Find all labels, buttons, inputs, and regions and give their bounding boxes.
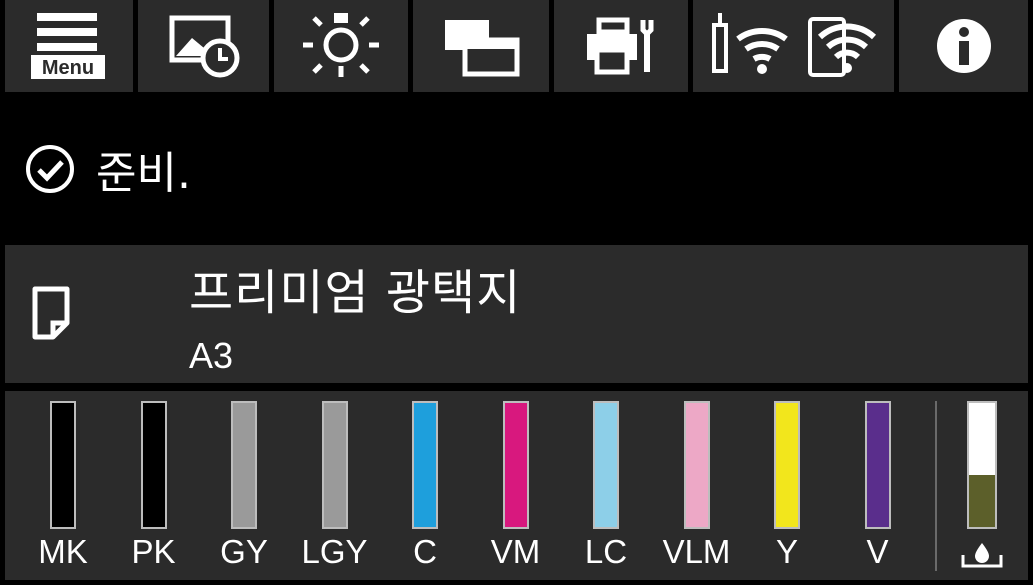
ink-tank-gy	[231, 401, 257, 529]
printer-maintenance-icon	[587, 17, 654, 75]
ink-tank-lgy	[321, 401, 348, 529]
ink-levels-panel[interactable]: MK PK GY LGY C VM LC VLM Y V	[5, 391, 1028, 580]
maintenance-box-icon	[961, 543, 1003, 568]
photo-timer-icon	[169, 15, 239, 78]
ink-level-fill	[685, 403, 708, 527]
ink-label-vlm: VLM	[662, 533, 731, 570]
menu-icon: Menu	[31, 13, 105, 79]
info-icon	[936, 19, 991, 73]
ink-tank-pk	[140, 401, 167, 529]
check-circle-icon	[26, 145, 74, 193]
photo-timer-button[interactable]	[138, 0, 269, 92]
layout-button[interactable]	[413, 0, 549, 92]
wifi-button[interactable]	[693, 0, 894, 92]
ink-tank-vlm	[683, 401, 710, 529]
ink-divider	[935, 401, 937, 571]
paper-document-icon	[32, 286, 70, 340]
status-text: 준비.	[96, 148, 191, 199]
light-button[interactable]	[274, 0, 408, 92]
wifi-direct-icon	[807, 17, 876, 77]
ink-label-lgy: LGY	[301, 533, 368, 570]
ink-label-mk: MK	[38, 533, 88, 570]
ink-level-fill	[414, 403, 436, 527]
paper-type: 프리미엄 광택지	[189, 265, 522, 321]
ink-tank-v	[864, 401, 891, 529]
ink-label-c: C	[413, 533, 437, 570]
ink-tank-lc	[593, 401, 619, 529]
paper-setting-panel[interactable]: 프리미엄 광택지 A3	[5, 245, 1028, 383]
top-toolbar: Menu	[0, 0, 1033, 92]
ink-tank-y	[774, 401, 800, 529]
ink-tank-c	[412, 401, 438, 529]
printer-maintenance-button[interactable]	[554, 0, 688, 92]
ink-level-fill	[595, 403, 617, 527]
ink-level-fill	[52, 403, 74, 527]
ink-label-y: Y	[775, 533, 798, 570]
ink-level-fill	[866, 403, 889, 527]
ink-label-lc: LC	[584, 533, 628, 570]
ink-tank-vm	[502, 401, 529, 529]
ink-label-pk: PK	[131, 533, 176, 570]
layout-icon	[445, 20, 520, 77]
status-area: 준비.	[0, 100, 1033, 238]
ink-level-fill	[233, 403, 255, 527]
menu-label: Menu	[42, 57, 94, 79]
ink-label-v: V	[866, 533, 889, 570]
ink-tank-mk	[50, 401, 76, 529]
wifi-icon	[711, 13, 876, 77]
ink-level-fill	[776, 403, 798, 527]
ink-label-gy: GY	[220, 533, 268, 570]
info-button[interactable]	[899, 0, 1028, 92]
maintenance-box-used-fill	[969, 474, 995, 527]
ink-label-vm: VM	[490, 533, 541, 570]
paper-size: A3	[189, 335, 234, 376]
ink-level-fill	[504, 403, 527, 527]
maintenance-box-gauge	[967, 401, 997, 529]
ink-level-fill	[323, 403, 346, 527]
menu-button[interactable]: Menu	[5, 0, 133, 92]
ink-level-fill	[142, 403, 165, 527]
light-icon	[303, 13, 379, 77]
